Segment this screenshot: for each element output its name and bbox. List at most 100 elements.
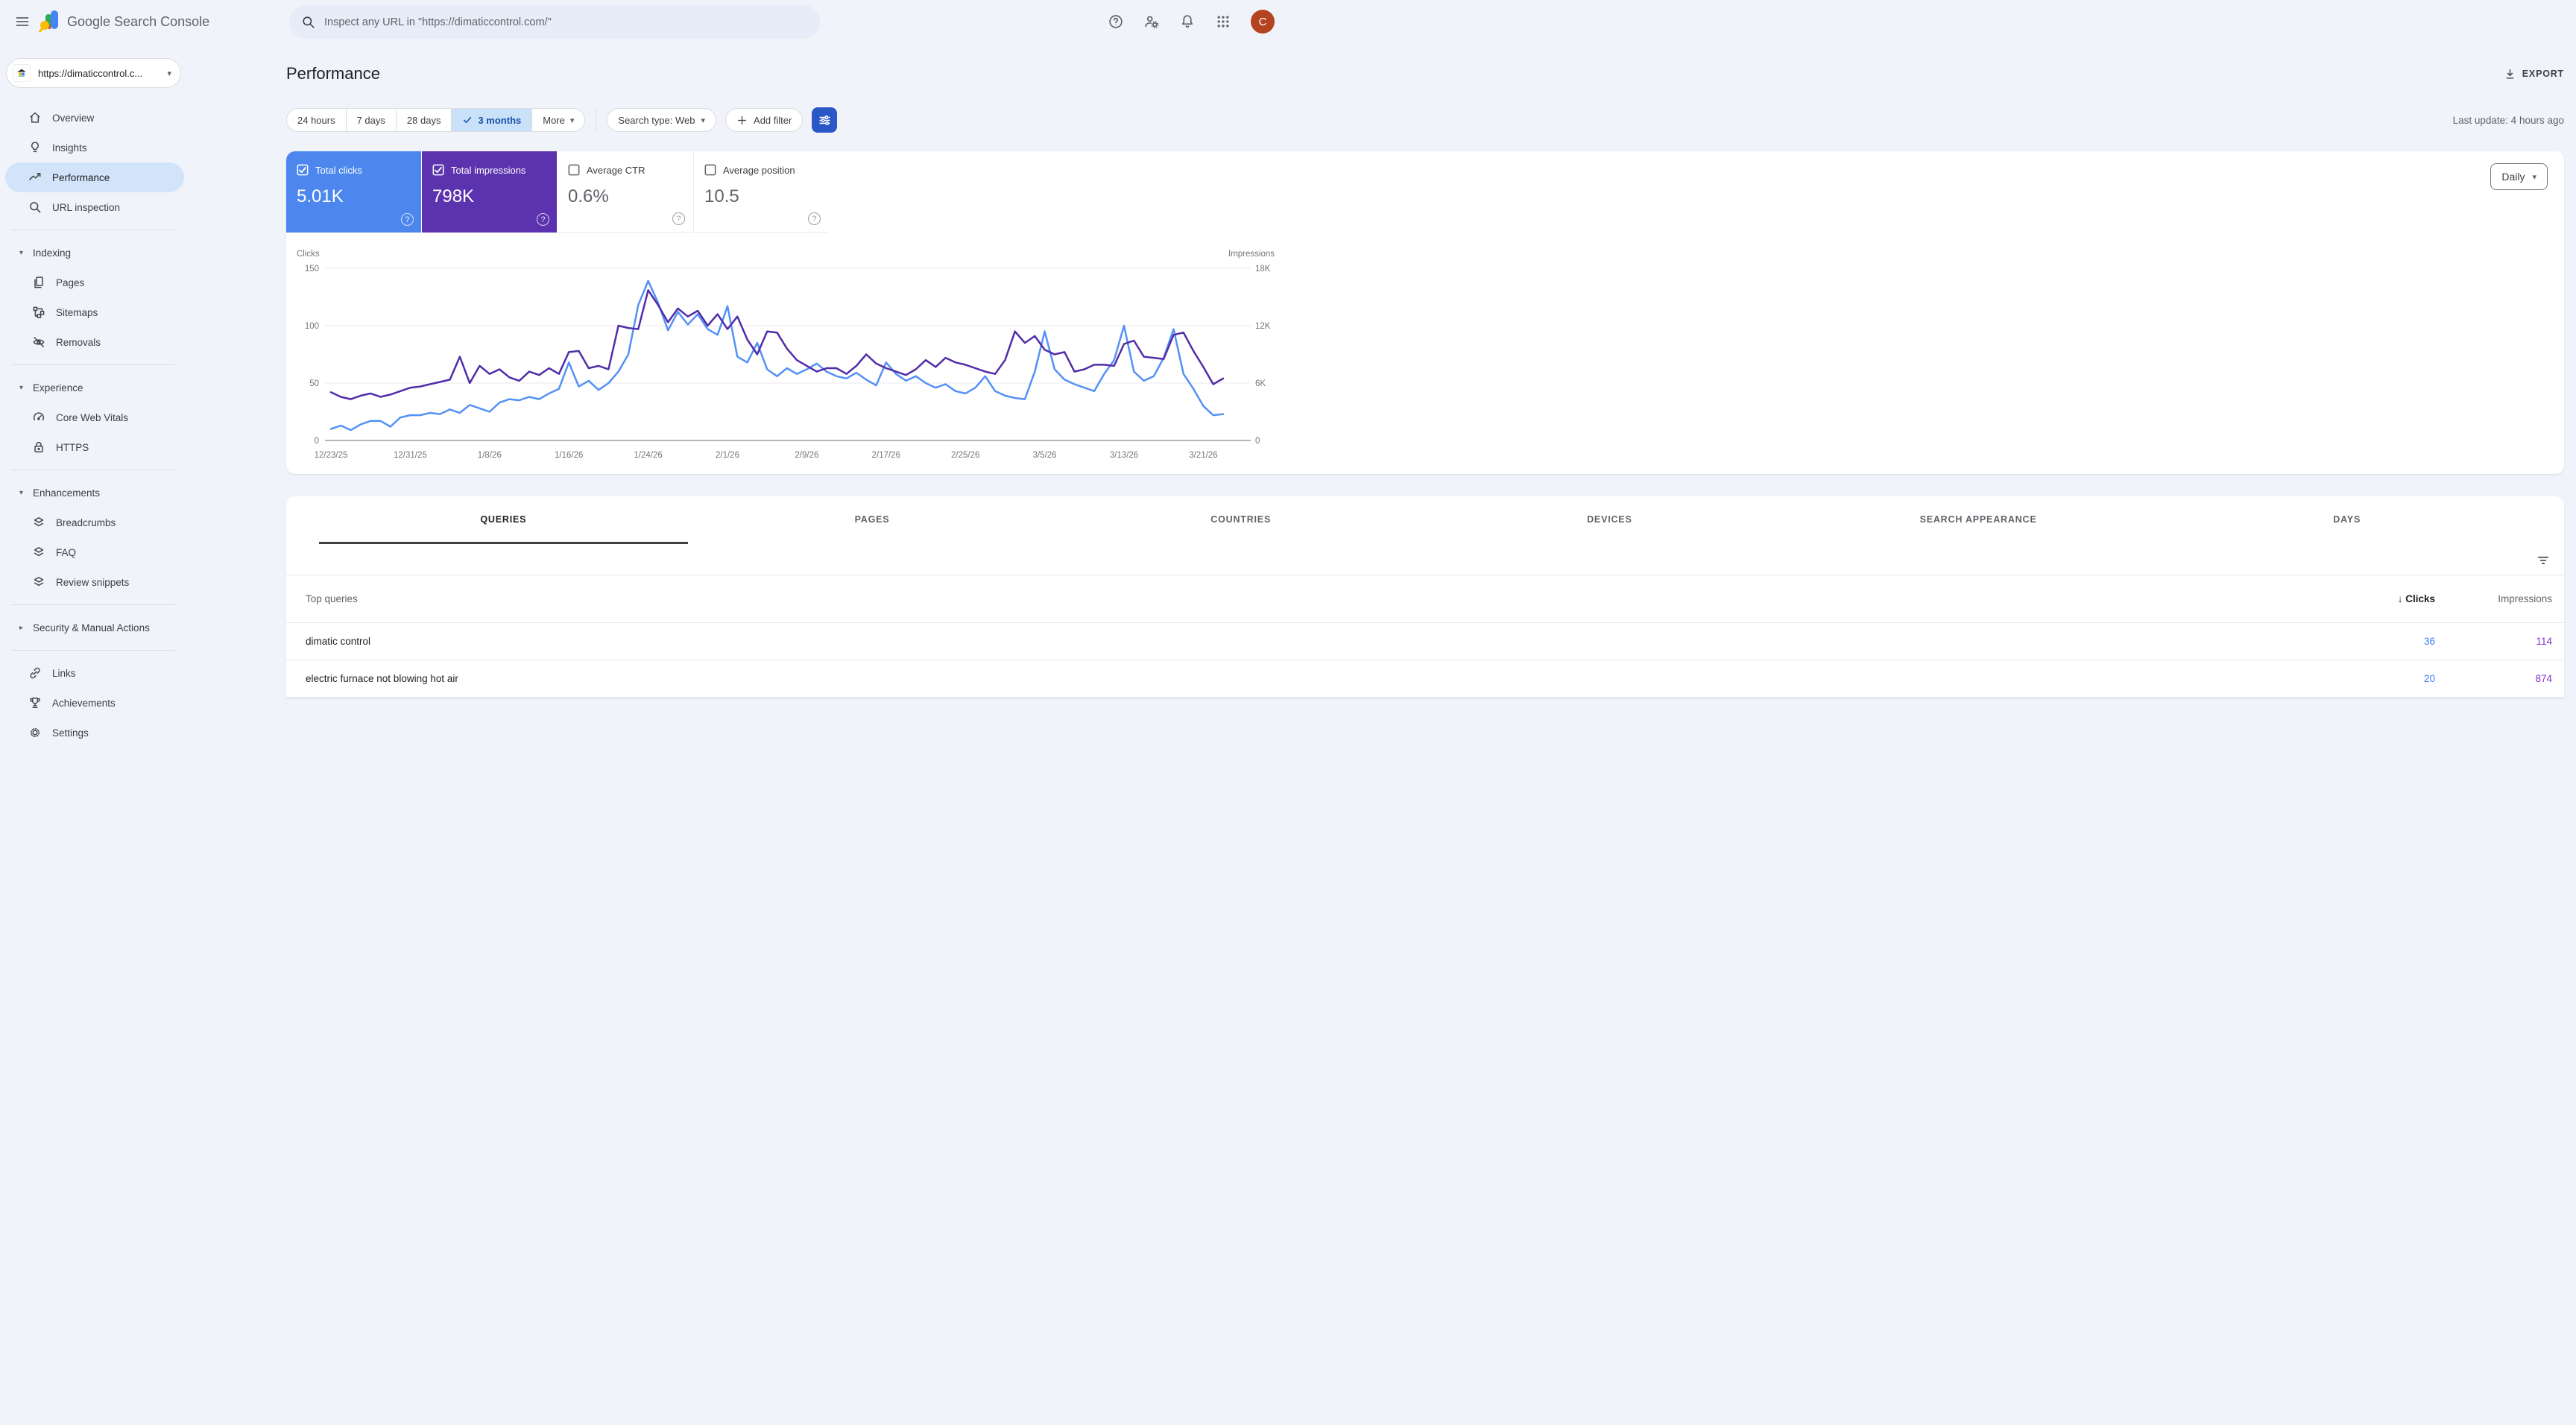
app-title: Google Search Console [67,14,209,30]
checkbox-unchecked-icon[interactable] [704,164,716,176]
sidebar-item-pages[interactable]: Pages [0,268,186,297]
plus-icon [736,115,748,126]
metric-card-total-impressions[interactable]: Total impressions798K? [422,151,557,233]
sidebar-item-faq[interactable]: FAQ [0,537,186,567]
hamburger-menu-icon[interactable] [7,7,37,37]
chevron-down-icon: ▾ [570,116,575,125]
section-label: Enhancements [33,487,100,499]
granularity-dropdown[interactable]: Daily▾ [2490,163,2548,190]
notifications-bell-icon[interactable] [1175,9,1200,34]
right-axis-title: Impressions [1228,250,1275,259]
search-icon [28,200,42,215]
sidebar-item-achievements[interactable]: Achievements [0,688,186,718]
sidebar-section-indexing[interactable]: ▾Indexing [0,238,186,268]
checkbox-checked-icon[interactable] [297,164,309,176]
checkbox-checked-icon[interactable] [432,164,444,176]
date-range-selector: 24 hours 7 days 28 days3 monthsMore▾ [286,108,585,132]
sidebar-item-performance[interactable]: Performance [5,162,184,192]
site-favicon [13,64,31,82]
export-button[interactable]: EXPORT [2504,68,2564,80]
tab-days[interactable]: DAYS [2162,496,2531,544]
help-circle-icon[interactable]: ? [537,213,549,226]
x-axis-tick: 3/5/26 [1033,451,1057,460]
sidebar-item-sitemaps[interactable]: Sitemaps [0,297,186,327]
metric-card-total-clicks[interactable]: Total clicks5.01K? [286,151,421,233]
section-label: Indexing [33,247,71,259]
impressions-cell: 874 [2435,673,2552,684]
tab-devices[interactable]: DEVICES [1425,496,1794,544]
left-axis-tick: 0 [315,437,319,446]
help-circle-icon[interactable]: ? [672,212,685,225]
section-label: Experience [33,382,83,394]
table-row[interactable]: electric furnace not blowing hot air2087… [286,660,2564,698]
table-toolbar [286,544,2564,575]
sidebar-item-breadcrumbs[interactable]: Breadcrumbs [0,508,186,537]
sidebar-item-label: Core Web Vitals [56,412,128,423]
filter-tune-button[interactable] [812,107,837,133]
url-inspect-searchbar[interactable] [289,5,820,39]
sidebar-item-review-snippets[interactable]: Review snippets [0,567,186,597]
speed-icon [31,410,46,425]
filter-list-icon[interactable] [2536,552,2551,567]
date-range-28-days[interactable]: 28 days [396,109,452,131]
x-axis-tick: 2/9/26 [795,451,818,460]
property-selector[interactable]: https://dimaticcontrol.c... ▾ [6,58,181,88]
tab-queries[interactable]: QUERIES [319,496,688,544]
gear-icon [28,725,42,740]
impressions-cell: 114 [2435,636,2552,647]
google-apps-grid-icon[interactable] [1210,9,1236,34]
search-type-dropdown[interactable]: Search type: Web▾ [607,108,716,132]
tab-pages[interactable]: PAGES [688,496,1057,544]
date-range-label: 24 hours [297,115,335,126]
sidebar-item-removals[interactable]: Removals [0,327,186,357]
tab-search-appearance[interactable]: SEARCH APPEARANCE [1794,496,2163,544]
chevron-down-icon: ▾ [2532,172,2536,182]
sidebar-item-label: FAQ [56,547,76,558]
tune-sliders-icon [818,113,832,127]
sidebar-section-enhancements[interactable]: ▾Enhancements [0,478,186,508]
metric-header: Total clicks [297,164,411,176]
manage-users-icon[interactable] [1139,9,1164,34]
table-row[interactable]: dimatic control36114 [286,623,2564,660]
date-range-3-months[interactable]: 3 months [451,109,531,131]
help-icon[interactable] [1103,9,1128,34]
search-console-logo-icon [39,8,61,35]
sidebar-item-label: HTTPS [56,442,89,453]
date-range-24-hours[interactable]: 24 hours [287,109,346,131]
sidebar-item-core-web-vitals[interactable]: Core Web Vitals [0,402,186,432]
url-inspect-input[interactable] [324,16,808,28]
metric-card-average-ctr[interactable]: Average CTR0.6%? [558,151,692,233]
checkbox-unchecked-icon[interactable] [568,164,580,176]
layers-icon [31,515,46,530]
tab-countries[interactable]: COUNTRIES [1056,496,1425,544]
sidebar-item-insights[interactable]: Insights [0,133,186,162]
sidebar-item-settings[interactable]: Settings [0,718,186,748]
col-clicks-sorted[interactable]: ↓ Clicks [2336,593,2435,604]
x-axis-tick: 2/17/26 [872,451,900,460]
metric-value: 798K [432,186,546,207]
sidebar-item-overview[interactable]: Overview [0,103,186,133]
x-axis-tick: 12/23/25 [315,451,348,460]
x-axis-tick: 3/13/26 [1110,451,1138,460]
add-filter-button[interactable]: Add filter [725,108,803,132]
x-axis-tick: 1/24/26 [634,451,662,460]
sidebar-item-https[interactable]: HTTPS [0,432,186,462]
sidebar-item-links[interactable]: Links [0,658,186,688]
top-bar: Google Search Console [0,0,1288,43]
chevron-down-icon: ▾ [19,384,33,392]
sidebar-section-security-manual-actions[interactable]: ▸Security & Manual Actions [0,613,186,642]
date-range-more-dropdown[interactable]: More▾ [531,109,584,131]
clicks-impressions-line-chart[interactable]: 00506K10012K15018KClicksImpressions12/23… [286,233,1276,468]
sidebar-item-url-inspection[interactable]: URL inspection [0,192,186,222]
account-avatar[interactable]: C [1251,10,1275,34]
metric-card-average-position[interactable]: Average position10.5? [693,151,828,233]
sidebar-section-experience[interactable]: ▾Experience [0,373,186,402]
help-circle-icon[interactable]: ? [401,213,414,226]
date-range-label: 7 days [357,115,385,126]
metric-label: Total clicks [315,165,362,176]
help-circle-icon[interactable]: ? [808,212,821,225]
sidebar-item-label: Pages [56,277,84,288]
col-top-queries[interactable]: Top queries [306,593,2336,604]
col-impressions[interactable]: Impressions [2435,593,2552,604]
date-range-7-days[interactable]: 7 days [346,109,396,131]
